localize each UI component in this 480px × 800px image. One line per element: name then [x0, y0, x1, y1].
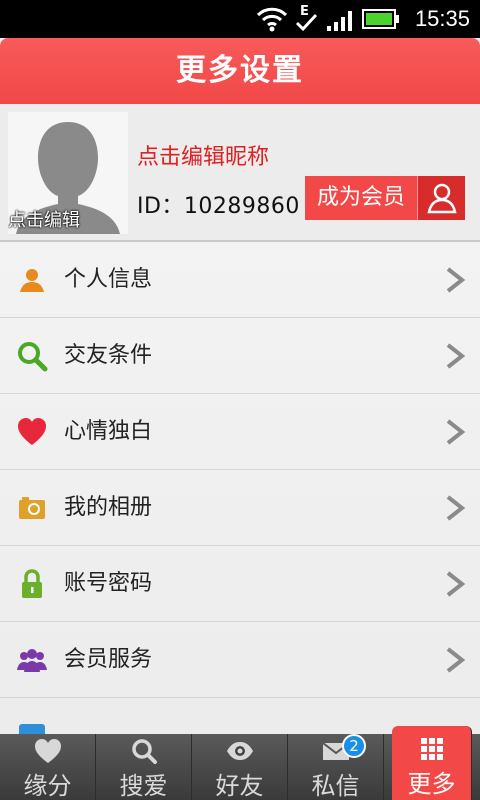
search-icon: [132, 739, 157, 764]
menu-item-label: 我的相册: [64, 495, 153, 520]
bottom-tab-bar: 缘分 搜爱 好友 2 私信 更多: [0, 726, 480, 800]
edge-signal-icon: E: [295, 4, 318, 32]
camera-icon: [19, 497, 45, 519]
menu-item-label: 心情独白: [64, 419, 153, 444]
menu-item-album[interactable]: 我的相册: [0, 470, 480, 546]
menu-item-profile-info[interactable]: 个人信息: [0, 242, 480, 318]
tab-fate[interactable]: 缘分: [0, 734, 96, 800]
partial-item-icon: [19, 724, 45, 734]
user-id: ID：10289860: [137, 194, 300, 219]
menu-item-mood[interactable]: 心情独白: [0, 394, 480, 470]
chevron-right-icon: [446, 419, 466, 445]
settings-list: 个人信息 交友条件 心情独白 我的相册 账号密码 会员服务: [0, 242, 480, 734]
become-member-label: 成为会员: [316, 185, 405, 210]
menu-item-label: 个人信息: [64, 267, 153, 292]
tab-label: 缘分: [23, 772, 72, 800]
menu-item-label: 交友条件: [64, 343, 153, 368]
tab-label: 私信: [311, 772, 360, 800]
menu-item-label: 账号密码: [64, 571, 153, 596]
cell-signal-icon: [327, 11, 352, 31]
tab-friends[interactable]: 好友: [192, 734, 288, 800]
lock-icon: [22, 569, 42, 598]
avatar[interactable]: 点击编辑: [8, 112, 128, 234]
nickname-edit-link[interactable]: 点击编辑昵称: [137, 139, 269, 171]
unread-badge: 2: [342, 734, 366, 758]
menu-item-member-service[interactable]: 会员服务: [0, 622, 480, 698]
tab-search-love[interactable]: 搜爱: [96, 734, 192, 800]
clock: 15:35: [414, 6, 470, 31]
status-bar: E 15:35: [0, 0, 480, 38]
tab-more[interactable]: 更多: [392, 726, 472, 800]
heart-icon: [18, 418, 46, 445]
wifi-icon: [256, 7, 288, 32]
search-icon: [18, 342, 48, 372]
chevron-right-icon: [446, 267, 466, 293]
svg-text:E: E: [300, 4, 309, 19]
page-title: 更多设置: [176, 53, 304, 88]
avatar-edit-label: 点击编辑: [8, 210, 80, 231]
grid-icon: [421, 738, 443, 760]
tab-label: 好友: [215, 772, 264, 800]
tab-messages[interactable]: 2 私信: [288, 734, 384, 800]
tab-label: 更多: [407, 770, 456, 798]
battery-icon: [362, 9, 399, 29]
header-bar: 更多设置: [0, 38, 480, 104]
eye-icon: [227, 742, 253, 760]
chevron-right-icon: [446, 647, 466, 673]
chevron-right-icon: [446, 343, 466, 369]
member-icon: [427, 183, 457, 214]
menu-item-label: 会员服务: [64, 647, 153, 672]
group-icon: [17, 649, 47, 672]
chevron-right-icon: [446, 571, 466, 597]
profile-section: 点击编辑 点击编辑昵称 ID：10289860: [0, 104, 480, 242]
person-icon: [20, 269, 44, 292]
chevron-right-icon: [446, 495, 466, 521]
member-icon-box: [417, 176, 465, 220]
tab-label: 搜爱: [119, 772, 168, 800]
become-member-button[interactable]: 成为会员: [305, 176, 465, 220]
heart-icon: [35, 739, 61, 763]
menu-item-account-password[interactable]: 账号密码: [0, 546, 480, 622]
menu-item-friend-criteria[interactable]: 交友条件: [0, 318, 480, 394]
